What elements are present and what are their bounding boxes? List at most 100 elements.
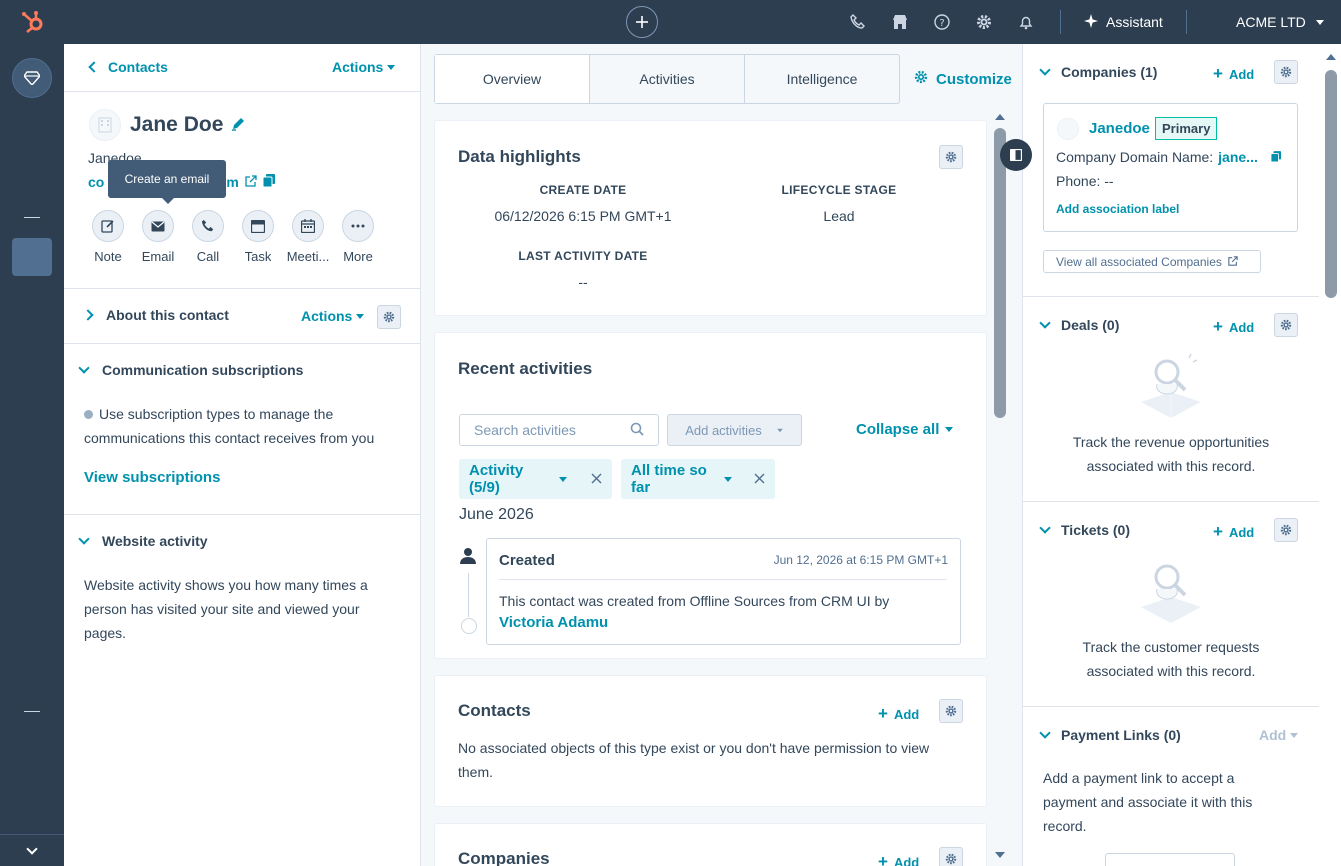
about-section: About this contact Actions [64, 288, 420, 344]
tab-overview[interactable]: Overview [435, 55, 590, 103]
search-activities-input[interactable]: Search activities [459, 414, 659, 446]
caret-down-icon [724, 476, 732, 482]
email-icon[interactable] [142, 210, 174, 242]
quick-action-more[interactable]: More [342, 210, 374, 264]
tab-activities[interactable]: Activities [590, 55, 745, 103]
deals-association-toggle[interactable]: Deals (0) [1039, 317, 1119, 333]
companies-settings-gear-icon[interactable] [939, 847, 963, 866]
quick-action-label: Task [244, 249, 272, 264]
payment-link-button[interactable] [1105, 853, 1235, 866]
time-filter-chip[interactable]: All time so far [621, 459, 775, 499]
sidebar-expand-button[interactable] [0, 834, 64, 866]
marketplace-icon[interactable] [891, 13, 909, 31]
sidebar-divider [24, 217, 40, 218]
settings-icon[interactable] [975, 13, 993, 31]
payment-links-add-dropdown[interactable]: Add [1259, 727, 1299, 743]
website-activity-title: Website activity [102, 533, 208, 549]
view-all-companies-button[interactable]: View all associated Companies [1043, 250, 1261, 273]
assistant-label: Assistant [1106, 14, 1163, 30]
notifications-icon[interactable] [1017, 13, 1035, 31]
chevron-down-icon [78, 362, 90, 374]
workspace-icon[interactable] [12, 58, 52, 98]
tickets-association-gear-icon[interactable] [1274, 518, 1298, 542]
subscriptions-text-body: Use subscription types to manage the com… [84, 406, 375, 446]
quick-action-note[interactable]: Note [92, 210, 124, 264]
collapse-all-dropdown[interactable]: Collapse all [856, 421, 954, 438]
highlights-settings-gear-icon[interactable] [939, 145, 963, 169]
companies-title: Companies [458, 849, 550, 866]
about-toggle[interactable]: About this contact [82, 307, 229, 323]
company-card: Janedoe Primary Company Domain Name: jan… [1043, 103, 1298, 232]
sidebar-item-active[interactable] [12, 238, 52, 276]
subscriptions-toggle[interactable]: Communication subscriptions [78, 362, 304, 378]
tab-intelligence[interactable]: Intelligence [745, 55, 899, 103]
quick-action-meeting[interactable]: Meeti... [287, 210, 329, 264]
caret-down-icon [945, 427, 954, 432]
search-placeholder: Search activities [474, 422, 576, 438]
activity-filter-chip[interactable]: Activity (5/9) [459, 459, 612, 499]
close-icon[interactable] [591, 471, 602, 488]
companies-association-add[interactable]: + Add [1213, 64, 1254, 84]
quick-action-task[interactable]: Task [242, 210, 274, 264]
create-plus-icon[interactable] [626, 6, 658, 38]
hubspot-logo[interactable] [20, 9, 46, 35]
close-icon[interactable] [754, 471, 765, 488]
quick-action-call[interactable]: Call [192, 210, 224, 264]
add-association-label-link[interactable]: Add association label [1056, 202, 1179, 216]
settings-gear-icon [914, 70, 928, 88]
quick-action-email[interactable]: Email [142, 210, 174, 264]
tickets-association-add[interactable]: + Add [1213, 522, 1254, 542]
assistant-sparkle-icon [1084, 13, 1098, 31]
deals-association-gear-icon[interactable] [1274, 313, 1298, 337]
assistant-button[interactable]: Assistant [1084, 12, 1163, 32]
about-actions-dropdown[interactable]: Actions [301, 308, 365, 324]
copy-icon[interactable] [1270, 149, 1281, 165]
sidebar-scrollbar[interactable] [1323, 44, 1339, 866]
companies-association-gear-icon[interactable] [1274, 60, 1298, 84]
payment-links-toggle[interactable]: Payment Links (0) [1039, 727, 1181, 743]
timeline-item-created[interactable]: Created Jun 12, 2026 at 6:15 PM GMT+1 Th… [486, 538, 961, 645]
meeting-icon[interactable] [292, 210, 324, 242]
contacts-add-button[interactable]: + Add [878, 704, 919, 724]
data-highlights-title: Data highlights [458, 147, 581, 166]
timeline-item-author-link[interactable]: Victoria Adamu [499, 614, 608, 631]
actions-dropdown[interactable]: Actions [332, 59, 396, 75]
note-icon[interactable] [92, 210, 124, 242]
companies-add-button[interactable]: + Add [878, 852, 919, 866]
companies-association-toggle[interactable]: Companies (1) [1039, 64, 1157, 80]
more-icon[interactable] [342, 210, 374, 242]
company-logo-icon [1057, 118, 1079, 140]
company-name-link[interactable]: Janedoe [1089, 120, 1150, 137]
caret-down-icon [387, 64, 396, 70]
account-menu[interactable]: ACME LTD [1236, 12, 1324, 32]
about-settings-gear-icon[interactable] [377, 305, 401, 329]
chevron-down-icon [1315, 19, 1324, 25]
website-activity-toggle[interactable]: Website activity [78, 533, 208, 549]
contact-person-icon [459, 547, 477, 572]
phone-icon[interactable] [849, 13, 867, 31]
edit-pencil-icon[interactable] [231, 113, 245, 137]
main-scrollbar[interactable] [992, 106, 1008, 866]
email-prefix: co [88, 174, 105, 190]
call-icon[interactable] [192, 210, 224, 242]
tickets-association-toggle[interactable]: Tickets (0) [1039, 522, 1130, 538]
view-subscriptions-link[interactable]: View subscriptions [84, 469, 220, 486]
time-filter-label: All time so far [631, 462, 707, 496]
avatar[interactable] [89, 109, 121, 141]
back-to-contacts-link[interactable]: Contacts [88, 59, 168, 75]
company-domain-value[interactable]: jane... [1218, 149, 1258, 165]
customize-button[interactable]: Customize [914, 70, 1012, 88]
timeline-item-title: Created [499, 552, 555, 569]
deals-association-add[interactable]: + Add [1213, 317, 1254, 337]
plus-icon: + [878, 704, 888, 723]
copy-icon[interactable] [262, 174, 275, 190]
subscriptions-title: Communication subscriptions [102, 362, 304, 378]
help-icon[interactable]: ? [933, 13, 951, 31]
collapse-panel-button[interactable] [1000, 139, 1032, 171]
quick-action-label: Meeti... [286, 249, 330, 264]
external-link-icon[interactable] [245, 174, 257, 190]
task-icon[interactable] [242, 210, 274, 242]
contacts-settings-gear-icon[interactable] [939, 699, 963, 723]
back-label: Contacts [108, 59, 168, 75]
add-activities-button[interactable]: Add activities [667, 414, 802, 446]
